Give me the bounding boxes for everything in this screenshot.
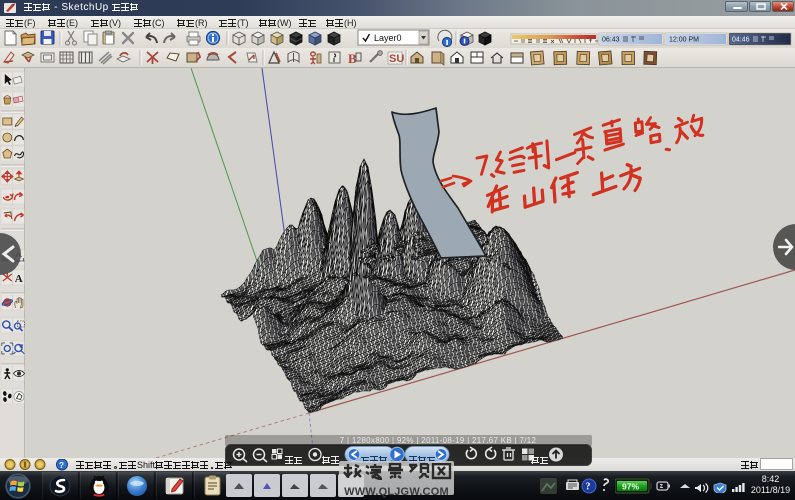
svg-text:12:00 PM: 12:00 PM xyxy=(669,37,699,44)
svg-text:?: ? xyxy=(59,461,64,470)
svg-text:97%: 97% xyxy=(622,482,639,492)
svg-text:?: ? xyxy=(586,482,591,493)
svg-text:Layer0: Layer0 xyxy=(374,33,402,43)
svg-text:04:46: 04:46 xyxy=(732,37,750,44)
svg-text:SU: SU xyxy=(389,53,404,65)
svg-text:06:43: 06:43 xyxy=(602,37,620,44)
svg-text:A: A xyxy=(15,273,23,285)
